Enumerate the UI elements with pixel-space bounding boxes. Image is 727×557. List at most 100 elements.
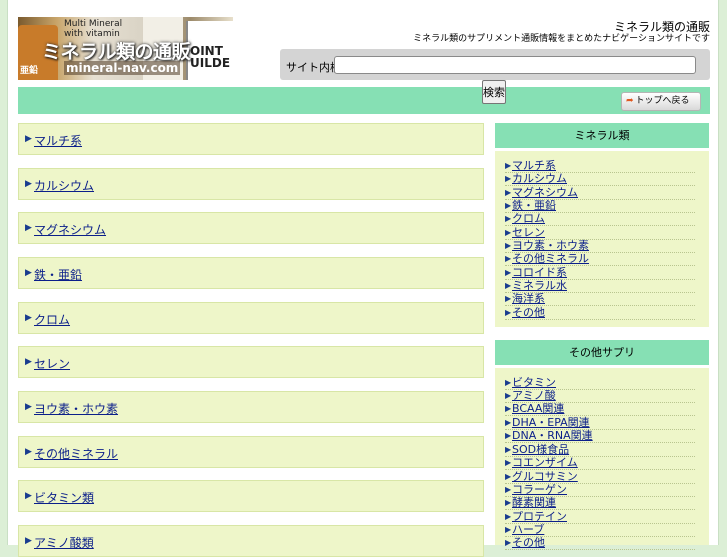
sidebar-link[interactable]: ヨウ素・ホウ素 — [512, 239, 589, 252]
sidebar-item[interactable]: ▶ コロイド系 — [505, 266, 695, 280]
search-button[interactable]: 検索 — [482, 80, 506, 104]
sidebar-item[interactable]: ▶ DHA・EPA関連 — [505, 416, 695, 430]
triangle-right-icon: ▶ — [505, 308, 512, 317]
sidebar-link[interactable]: アミノ酸 — [512, 389, 556, 402]
category-link[interactable]: ヨウ素・ホウ素 — [34, 400, 118, 417]
sidebar-item[interactable]: ▶ アミノ酸 — [505, 389, 695, 403]
logo-bottle-text: 亜鉛 — [20, 66, 39, 76]
category-link[interactable]: その他ミネラル — [34, 445, 118, 462]
sidebar-link[interactable]: グルコサミン — [512, 470, 578, 483]
sidebar-link[interactable]: ハーブ — [512, 523, 544, 536]
sidebar-link[interactable]: その他 — [512, 536, 545, 549]
triangle-right-icon: ▶ — [505, 512, 512, 521]
sidebar-item[interactable]: ▶ マルチ系 — [505, 159, 695, 173]
sidebar-item[interactable]: ▶ ヨウ素・ホウ素 — [505, 239, 695, 253]
category-item[interactable]: ▶ クロム — [18, 302, 484, 334]
sidebar-link[interactable]: その他 — [512, 306, 545, 319]
triangle-right-icon: ▶ — [505, 485, 512, 494]
sidebar-link[interactable]: マグネシウム — [512, 186, 578, 199]
triangle-right-icon: ▶ — [505, 378, 512, 387]
sidebar-link[interactable]: 酵素関連 — [512, 496, 556, 509]
search-input[interactable] — [334, 56, 696, 74]
sidebar-item[interactable]: ▶ コエンザイム — [505, 456, 695, 470]
sidebar-item[interactable]: ▶ クロム — [505, 212, 695, 226]
nav-bar — [18, 87, 710, 114]
triangle-right-icon: ▶ — [25, 491, 32, 501]
sidebar-item[interactable]: ▶ ビタミン — [505, 376, 695, 390]
sidebar-link[interactable]: DNA・RNA関連 — [512, 429, 593, 442]
site-description: ミネラル類のサプリメント通販情報をまとめたナビゲーションサイトです — [413, 34, 710, 44]
sidebar-item[interactable]: ▶ DNA・RNA関連 — [505, 429, 695, 443]
category-item[interactable]: ▶ セレン — [18, 346, 484, 378]
category-item[interactable]: ▶ マグネシウム — [18, 212, 484, 244]
category-item[interactable]: ▶ カルシウム — [18, 168, 484, 200]
sidebar-link[interactable]: コエンザイム — [512, 456, 578, 469]
site-logo[interactable]: Multi Mineral with vitamin OINT UILDE 亜鉛… — [18, 17, 233, 80]
sidebar-item[interactable]: ▶ グルコサミン — [505, 470, 695, 484]
triangle-right-icon: ▶ — [505, 391, 512, 400]
sidebar-item[interactable]: ▶ マグネシウム — [505, 186, 695, 200]
triangle-right-icon: ▶ — [505, 214, 512, 223]
category-item[interactable]: ▶ ビタミン類 — [18, 480, 484, 512]
category-link[interactable]: マルチ系 — [34, 132, 82, 149]
category-link[interactable]: カルシウム — [34, 177, 94, 194]
sidebar-item[interactable]: ▶ BCAA関連 — [505, 402, 695, 416]
triangle-right-icon: ▶ — [505, 538, 512, 547]
sidebar-link[interactable]: マルチ系 — [512, 159, 556, 172]
sidebar-item[interactable]: ▶ カルシウム — [505, 172, 695, 186]
sidebar-item[interactable]: ▶ セレン — [505, 226, 695, 240]
sidebar-link[interactable]: セレン — [512, 226, 545, 239]
triangle-right-icon: ▶ — [25, 357, 32, 367]
sidebar-item[interactable]: ▶ ハーブ — [505, 523, 695, 537]
triangle-right-icon: ▶ — [505, 281, 512, 290]
triangle-right-icon: ▶ — [505, 294, 512, 303]
triangle-right-icon: ▶ — [505, 458, 512, 467]
category-link[interactable]: クロム — [34, 311, 70, 328]
category-item[interactable]: ▶ その他ミネラル — [18, 436, 484, 468]
category-link[interactable]: ビタミン類 — [34, 489, 94, 506]
sidebar-item[interactable]: ▶ その他ミネラル — [505, 252, 695, 266]
triangle-right-icon: ▶ — [505, 254, 512, 263]
triangle-right-icon: ▶ — [505, 268, 512, 277]
sidebar-link[interactable]: ミネラル水 — [512, 279, 567, 292]
sidebar-link[interactable]: 海洋系 — [512, 292, 545, 305]
sidebar-link[interactable]: BCAA関連 — [512, 402, 564, 415]
sidebar-link[interactable]: ビタミン — [512, 376, 556, 389]
triangle-right-icon: ▶ — [25, 268, 32, 278]
sidebar-link[interactable]: クロム — [512, 212, 545, 225]
sidebar-link[interactable]: DHA・EPA関連 — [512, 416, 590, 429]
sidebar-item[interactable]: ▶ その他 — [505, 536, 695, 550]
sidebar-item[interactable]: ▶ SOD様食品 — [505, 443, 695, 457]
sidebar-item[interactable]: ▶ コラーゲン — [505, 483, 695, 497]
sidebar-link[interactable]: コロイド系 — [512, 266, 567, 279]
category-item[interactable]: ▶ 鉄・亜鉛 — [18, 257, 484, 289]
category-item[interactable]: ▶ アミノ酸類 — [18, 525, 484, 557]
sidebar-link[interactable]: カルシウム — [512, 172, 567, 185]
sidebar-item[interactable]: ▶ 海洋系 — [505, 292, 695, 306]
triangle-right-icon: ▶ — [505, 445, 512, 454]
back-to-top-button[interactable]: ➦ トップへ戻る — [621, 92, 701, 111]
triangle-right-icon: ▶ — [505, 228, 512, 237]
triangle-right-icon: ▶ — [25, 402, 32, 412]
sidebar-item[interactable]: ▶ 酵素関連 — [505, 496, 695, 510]
sidebar-link[interactable]: プロテイン — [512, 510, 567, 523]
triangle-right-icon: ▶ — [505, 431, 512, 440]
sidebar-link[interactable]: SOD様食品 — [512, 443, 569, 456]
triangle-right-icon: ▶ — [505, 498, 512, 507]
sidebar-item[interactable]: ▶ 鉄・亜鉛 — [505, 199, 695, 213]
category-link[interactable]: アミノ酸類 — [34, 534, 94, 551]
category-item[interactable]: ▶ マルチ系 — [18, 123, 484, 155]
sidebar-link[interactable]: コラーゲン — [512, 483, 567, 496]
sidebar-item[interactable]: ▶ その他 — [505, 306, 695, 320]
category-link[interactable]: マグネシウム — [34, 221, 106, 238]
category-link[interactable]: セレン — [34, 355, 70, 372]
sidebar-item[interactable]: ▶ ミネラル水 — [505, 279, 695, 293]
sidebar-link[interactable]: その他ミネラル — [512, 252, 589, 265]
sidebar-link[interactable]: 鉄・亜鉛 — [512, 199, 556, 212]
sidebar-item[interactable]: ▶ プロテイン — [505, 510, 695, 524]
category-item[interactable]: ▶ ヨウ素・ホウ素 — [18, 391, 484, 423]
triangle-right-icon: ▶ — [505, 174, 512, 183]
category-link[interactable]: 鉄・亜鉛 — [34, 266, 82, 283]
logo-bottle-text: OINT UILDE — [190, 44, 231, 70]
page-container: Multi Mineral with vitamin OINT UILDE 亜鉛… — [7, 0, 719, 557]
